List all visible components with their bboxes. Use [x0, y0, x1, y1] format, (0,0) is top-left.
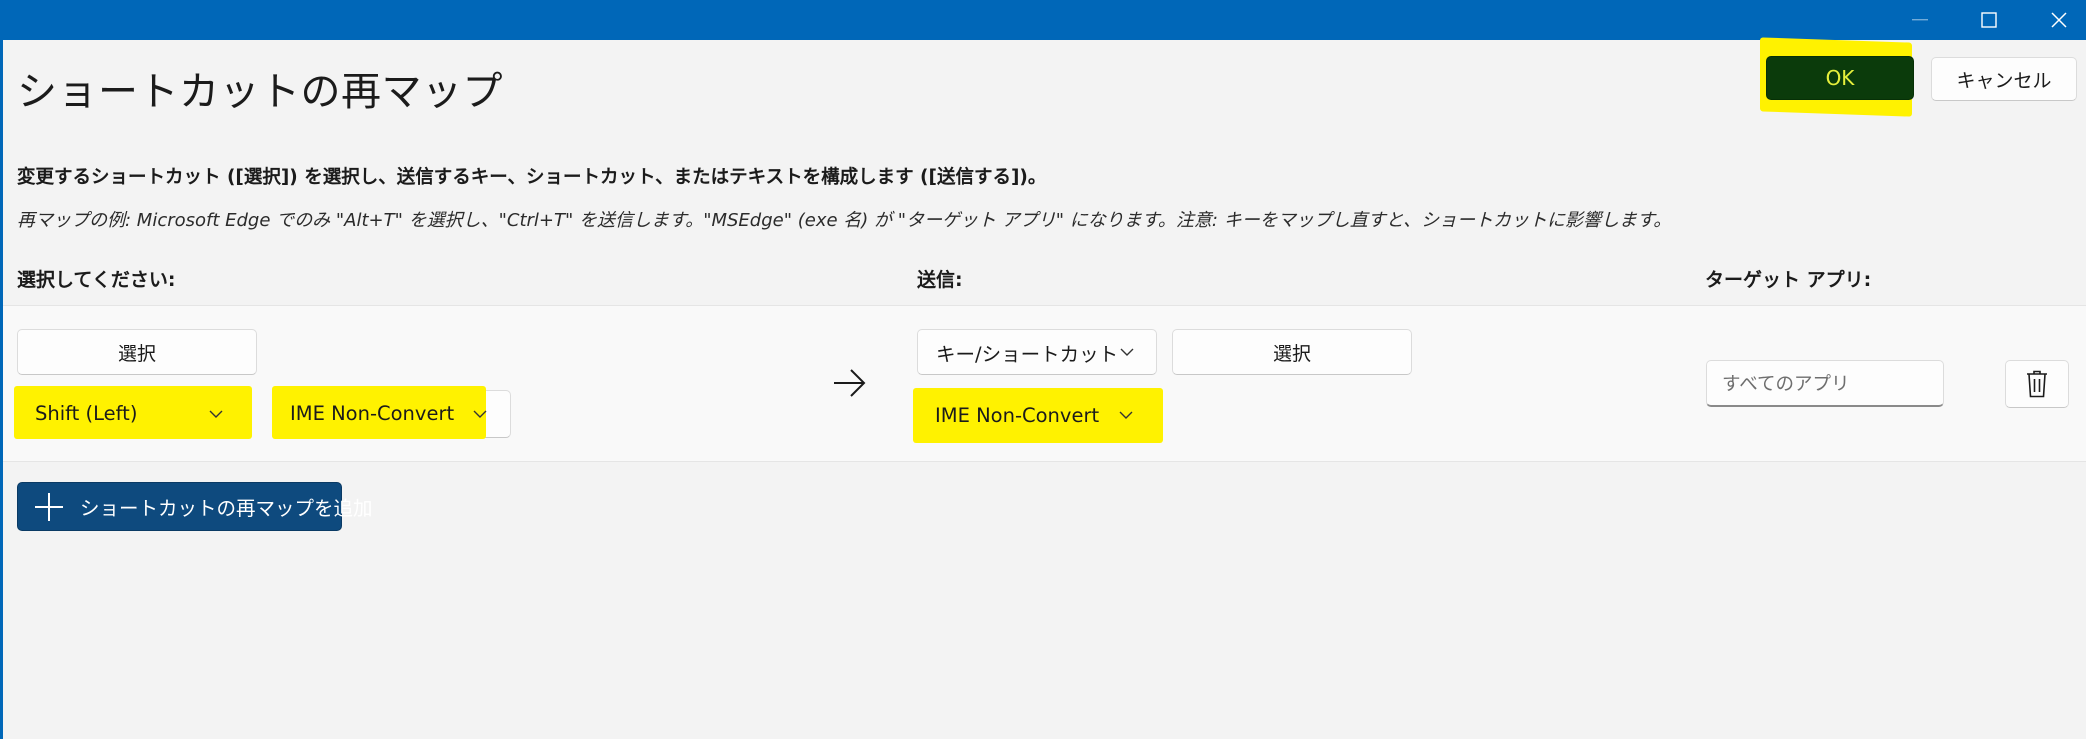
minimize-icon	[1912, 19, 1928, 21]
trash-icon	[2027, 370, 2047, 398]
send-key-dropdown[interactable]: IME Non-Convert	[917, 392, 1157, 438]
cancel-button[interactable]: キャンセル	[1931, 57, 2077, 101]
instructions-text: 変更するショートカット ([選択]) を選択し、送信するキー、ショートカット、ま…	[17, 167, 1047, 188]
maximize-icon	[1981, 12, 1997, 28]
add-shortcut-remap-label: ショートカットの再マップを追加	[80, 497, 373, 520]
add-shortcut-remap-button[interactable]: ショートカットの再マップを追加	[17, 482, 373, 531]
send-type-dropdown[interactable]: キー/ショートカット	[917, 329, 1157, 375]
target-app-placeholder: すべてのアプリ	[1722, 374, 1850, 395]
chevron-down-icon	[473, 410, 487, 418]
select-key-dropdown-1[interactable]: Shift (Left)	[17, 391, 247, 436]
column-header-send: 送信:	[917, 269, 963, 291]
plus-icon	[34, 492, 64, 522]
title-bar	[0, 0, 2086, 40]
chevron-down-icon	[1119, 411, 1133, 419]
column-header-target: ターゲット アプリ:	[1705, 269, 1872, 291]
column-header-select: 選択してください:	[17, 269, 176, 291]
arrow-right-icon	[834, 369, 866, 397]
send-key-value: IME Non-Convert	[935, 403, 1100, 427]
select-key-dropdown-2[interactable]: IME Non-Convert	[274, 391, 511, 436]
close-button[interactable]	[2036, 0, 2082, 40]
send-select-button[interactable]: 選択	[1172, 329, 1412, 375]
chevron-down-icon	[1120, 348, 1134, 356]
example-text: 再マップの例: Microsoft Edge でのみ "Alt+T" を選択し、…	[17, 210, 1672, 231]
maximize-button[interactable]	[1966, 0, 2012, 40]
minimize-button[interactable]	[1897, 0, 1943, 40]
close-icon	[2051, 12, 2067, 28]
chevron-down-icon	[209, 410, 223, 418]
select-key-1-value: Shift (Left)	[35, 402, 138, 425]
delete-row-button[interactable]	[2005, 360, 2069, 408]
ok-button[interactable]: OK	[1766, 56, 1914, 100]
page-title: ショートカットの再マップ	[17, 69, 503, 115]
send-type-value: キー/ショートカット	[936, 342, 1119, 366]
select-shortcut-button[interactable]: 選択	[17, 329, 257, 375]
select-key-2-value: IME Non-Convert	[290, 402, 455, 425]
target-app-input[interactable]: すべてのアプリ	[1706, 360, 1944, 407]
